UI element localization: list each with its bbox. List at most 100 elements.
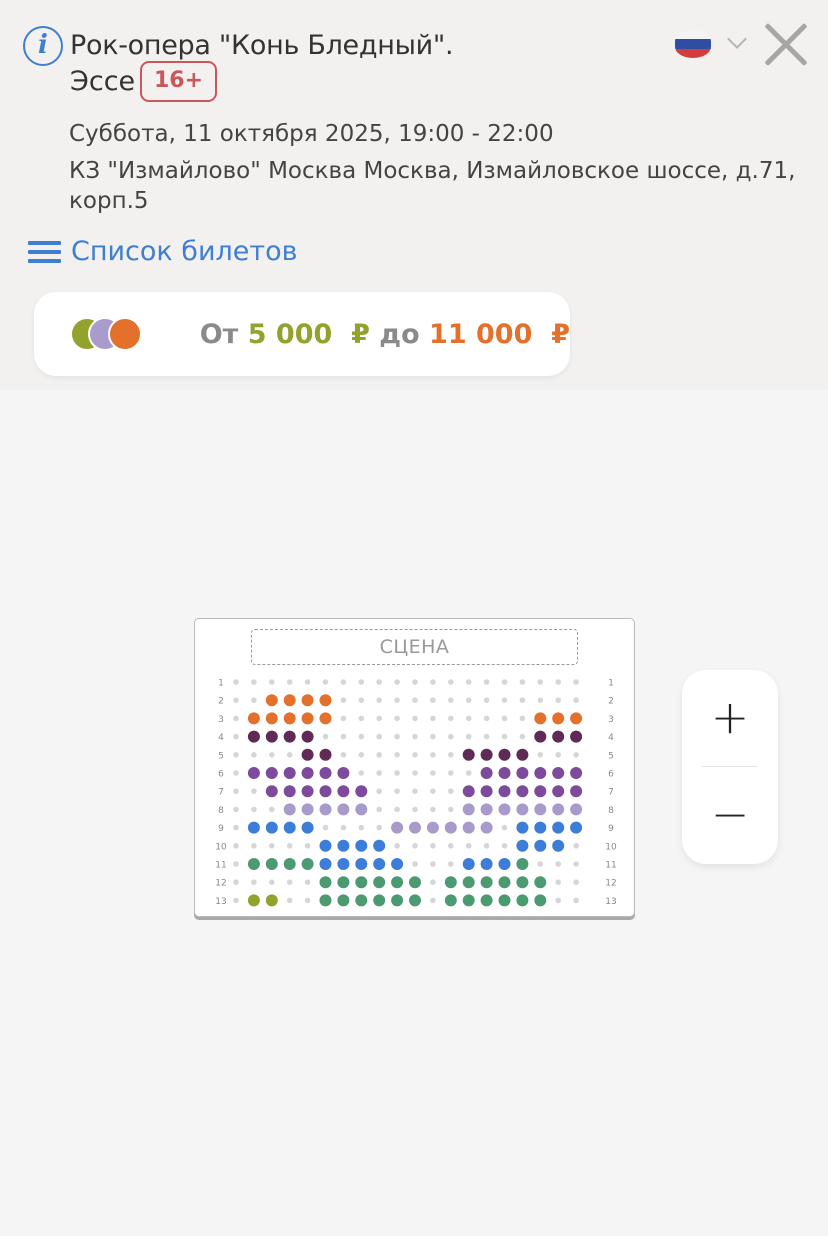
seat-available[interactable]: [570, 712, 583, 725]
seat-available[interactable]: [355, 894, 368, 907]
seat-available[interactable]: [265, 894, 278, 907]
seat-available[interactable]: [552, 712, 565, 725]
seat-available[interactable]: [247, 730, 260, 743]
seat-available[interactable]: [462, 894, 475, 907]
seat-available[interactable]: [247, 894, 260, 907]
seat-available[interactable]: [391, 858, 404, 870]
seat-available[interactable]: [337, 858, 350, 870]
seat-available[interactable]: [552, 767, 565, 779]
seat-available[interactable]: [319, 712, 332, 725]
seat-available[interactable]: [570, 785, 583, 798]
seat-available[interactable]: [570, 803, 583, 816]
seat-available[interactable]: [534, 876, 547, 889]
seat-available[interactable]: [498, 876, 511, 889]
seat-available[interactable]: [462, 858, 475, 870]
seat-available[interactable]: [265, 785, 278, 798]
seat-available[interactable]: [301, 712, 314, 725]
seat-available[interactable]: [552, 821, 565, 834]
seat-available[interactable]: [462, 748, 475, 761]
seat-available[interactable]: [480, 894, 493, 907]
seat-available[interactable]: [265, 767, 278, 779]
seat-available[interactable]: [301, 694, 314, 707]
seat-available[interactable]: [480, 821, 493, 834]
seat-available[interactable]: [337, 894, 350, 907]
seat-available[interactable]: [462, 785, 475, 798]
seat-available[interactable]: [319, 858, 332, 870]
russia-flag-icon[interactable]: [675, 30, 711, 58]
seat-available[interactable]: [444, 876, 457, 889]
seat-available[interactable]: [480, 858, 493, 870]
seat-available[interactable]: [498, 767, 511, 779]
seat-available[interactable]: [516, 821, 529, 834]
seat-available[interactable]: [498, 894, 511, 907]
seat-available[interactable]: [480, 748, 493, 761]
seat-available[interactable]: [265, 821, 278, 834]
seat-available[interactable]: [247, 821, 260, 834]
seat-available[interactable]: [391, 876, 404, 889]
seat-available[interactable]: [534, 712, 547, 725]
seat-available[interactable]: [462, 876, 475, 889]
seat-available[interactable]: [247, 712, 260, 725]
seat-available[interactable]: [570, 730, 583, 743]
seat-available[interactable]: [480, 767, 493, 779]
zoom-out-button[interactable]: −: [682, 767, 778, 863]
seat-available[interactable]: [301, 821, 314, 834]
seat-available[interactable]: [552, 803, 565, 816]
seat-available[interactable]: [391, 821, 404, 834]
seat-available[interactable]: [534, 839, 547, 852]
seat-available[interactable]: [247, 767, 260, 779]
seat-available[interactable]: [373, 839, 386, 852]
seat-available[interactable]: [337, 767, 350, 779]
seat-available[interactable]: [516, 876, 529, 889]
seat-available[interactable]: [283, 803, 296, 816]
seat-available[interactable]: [570, 821, 583, 834]
seat-available[interactable]: [301, 858, 314, 870]
seat-available[interactable]: [265, 730, 278, 743]
seat-available[interactable]: [283, 730, 296, 743]
seat-available[interactable]: [337, 803, 350, 816]
seat-available[interactable]: [319, 894, 332, 907]
seat-available[interactable]: [355, 839, 368, 852]
seat-available[interactable]: [319, 767, 332, 779]
seat-available[interactable]: [319, 694, 332, 707]
seat-available[interactable]: [462, 803, 475, 816]
seat-available[interactable]: [301, 803, 314, 816]
seat-available[interactable]: [319, 839, 332, 852]
seat-available[interactable]: [534, 785, 547, 798]
seat-available[interactable]: [319, 785, 332, 798]
chevron-down-icon[interactable]: [727, 29, 747, 49]
seat-available[interactable]: [480, 876, 493, 889]
seat-available[interactable]: [516, 858, 529, 870]
seat-available[interactable]: [534, 894, 547, 907]
seat-available[interactable]: [319, 876, 332, 889]
seat-available[interactable]: [283, 694, 296, 707]
seat-available[interactable]: [319, 748, 332, 761]
seat-available[interactable]: [301, 730, 314, 743]
seat-available[interactable]: [355, 876, 368, 889]
seat-available[interactable]: [498, 858, 511, 870]
seat-available[interactable]: [283, 785, 296, 798]
seat-available[interactable]: [516, 803, 529, 816]
seat-available[interactable]: [355, 785, 368, 798]
seat-available[interactable]: [391, 894, 404, 907]
seat-available[interactable]: [373, 894, 386, 907]
zoom-in-button[interactable]: +: [682, 670, 778, 766]
seat-available[interactable]: [409, 876, 421, 889]
seat-available[interactable]: [283, 767, 296, 779]
seat-available[interactable]: [516, 785, 529, 798]
seat-available[interactable]: [516, 839, 529, 852]
seat-available[interactable]: [409, 894, 421, 907]
seat-available[interactable]: [301, 767, 314, 779]
seat-available[interactable]: [265, 712, 278, 725]
seat-available[interactable]: [319, 803, 332, 816]
seat-available[interactable]: [355, 803, 368, 816]
seat-available[interactable]: [498, 785, 511, 798]
seat-available[interactable]: [355, 858, 368, 870]
seat-available[interactable]: [552, 730, 565, 743]
seat-available[interactable]: [444, 821, 457, 834]
seat-map[interactable]: СЦЕНА 1 1 2 2 3 3 4 4 5 5 6 6 7 7 8 8 9 9 10 10 11 11 12 12 13 13: [194, 618, 635, 917]
seat-available[interactable]: [337, 876, 350, 889]
seat-available[interactable]: [247, 858, 260, 870]
seat-available[interactable]: [462, 821, 475, 834]
seat-available[interactable]: [552, 839, 565, 852]
